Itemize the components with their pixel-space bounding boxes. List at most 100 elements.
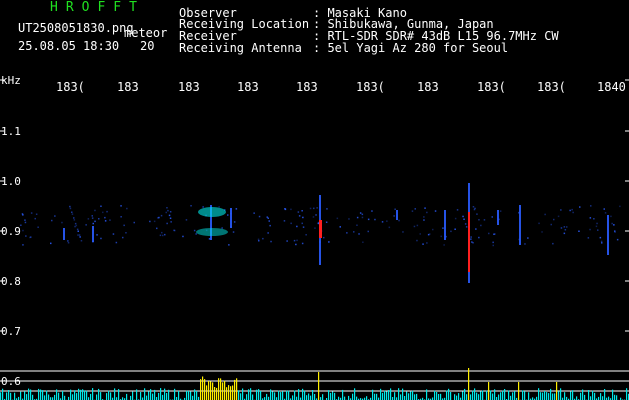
echo-speckle	[358, 233, 360, 235]
spectrum-bar	[352, 393, 354, 400]
spectrum-bar	[92, 388, 94, 400]
spectrum-bar	[512, 392, 514, 400]
spectrum-bar	[504, 389, 506, 400]
echo-speckle	[29, 236, 31, 239]
echo-speckle	[218, 206, 220, 208]
spectrum-bar	[310, 395, 312, 400]
echo-speckle	[98, 218, 100, 220]
y-tick-label: 0.7	[1, 325, 21, 338]
spectrum-bar	[96, 394, 98, 400]
echo-speckle	[156, 227, 158, 230]
spectrum-bar	[186, 390, 188, 400]
spectrum-bar	[402, 388, 404, 400]
echo-speckle	[587, 237, 590, 239]
echo-speckle	[314, 227, 316, 229]
spectrum-bar	[256, 389, 258, 400]
echo-speckle	[402, 231, 404, 233]
echo-speckle	[616, 238, 619, 241]
spectrum-bar	[158, 392, 160, 400]
echo-speckle	[563, 232, 566, 235]
spectrum-bar	[328, 390, 330, 400]
image-filename: UT2508051830.png	[18, 21, 134, 35]
spectrum-bar	[118, 389, 120, 400]
spectrum-bar	[412, 390, 414, 400]
spectrum-bar	[454, 394, 456, 400]
spectrum-bar	[474, 388, 476, 400]
echo-speckle	[85, 224, 87, 226]
spectrum-bar	[250, 388, 252, 400]
spectrum-bar	[136, 389, 138, 400]
spectrum-bar	[148, 391, 150, 400]
echo-speckle	[283, 220, 286, 222]
echo-streak	[92, 226, 94, 242]
spectrum-bar	[398, 388, 400, 400]
spectrum-bar	[38, 388, 40, 400]
spectrum-bar	[258, 389, 260, 400]
echo-speckle	[74, 222, 77, 225]
spectrum-bar	[592, 390, 594, 400]
spectrum-bar	[466, 394, 468, 400]
echo-speckle	[185, 219, 188, 221]
spectrum-bar	[626, 388, 628, 400]
spectrum-bar	[522, 390, 524, 400]
echo-speckle	[393, 215, 395, 217]
echo-speckle	[91, 215, 93, 217]
echo-speckle	[454, 217, 457, 220]
spectrum-bar	[380, 388, 382, 400]
spectrum-bar	[80, 389, 82, 400]
echo-speckle	[492, 244, 494, 247]
echo-speckle	[301, 242, 304, 245]
spectrum-bar	[322, 394, 324, 400]
spectrum-bar	[550, 388, 552, 400]
echo-speckle	[381, 221, 384, 223]
echo-speckle	[37, 226, 39, 228]
spectrogram-plot	[0, 79, 629, 400]
spectrum-bar	[188, 390, 190, 400]
date-time: 25.08.05 18:30	[18, 39, 120, 53]
echo-speckle	[571, 208, 573, 211]
echo-speckle	[71, 211, 73, 213]
spectrum-bar	[426, 389, 428, 400]
echo-speckle	[284, 208, 286, 210]
echo-speckle	[302, 226, 305, 228]
echo-speckle	[434, 210, 437, 212]
spectrum-bar	[28, 388, 30, 400]
spectrum-bar	[126, 393, 128, 400]
echo-speckle	[411, 210, 414, 212]
spectrum-bar	[292, 395, 294, 400]
echo-speckle	[361, 216, 364, 219]
spectrum-bar	[372, 389, 374, 400]
echo-speckle	[560, 227, 563, 229]
echo-speckle	[94, 209, 96, 212]
spectrum-bar	[110, 392, 112, 400]
spectrum-bar	[164, 388, 166, 400]
spectrum-bar	[514, 391, 516, 400]
spectrum-bar	[10, 392, 12, 400]
spectrum-bar	[476, 392, 478, 400]
echo-speckle	[73, 217, 75, 219]
echo-speckle	[166, 222, 168, 225]
spectrum-bar	[464, 388, 466, 400]
spectrum-bar	[318, 372, 320, 400]
x-tick-label: 183(	[356, 80, 385, 94]
echo-speckle	[432, 228, 434, 231]
echo-speckle	[221, 227, 223, 229]
spectrum-bar	[294, 390, 296, 400]
spectrum-bar	[204, 379, 206, 400]
spectrum-bar	[468, 368, 470, 400]
right-axis-ticks	[625, 79, 629, 332]
echo-speckle	[473, 208, 476, 211]
spectrum-bar	[572, 390, 574, 400]
spectrum-bar	[86, 390, 88, 400]
spectrum-bar	[580, 392, 582, 400]
echo-speckle	[120, 205, 122, 207]
echo-speckle	[100, 205, 102, 207]
echo-speckle	[604, 212, 607, 214]
echo-speckle	[600, 240, 603, 243]
spectrum-bar	[194, 389, 196, 400]
spectrum-bar	[212, 382, 214, 400]
echo-speckle	[96, 234, 98, 236]
y-tick-label: 1.0	[1, 175, 21, 188]
echo-speckle	[71, 213, 74, 215]
echo-speckle	[290, 222, 292, 225]
